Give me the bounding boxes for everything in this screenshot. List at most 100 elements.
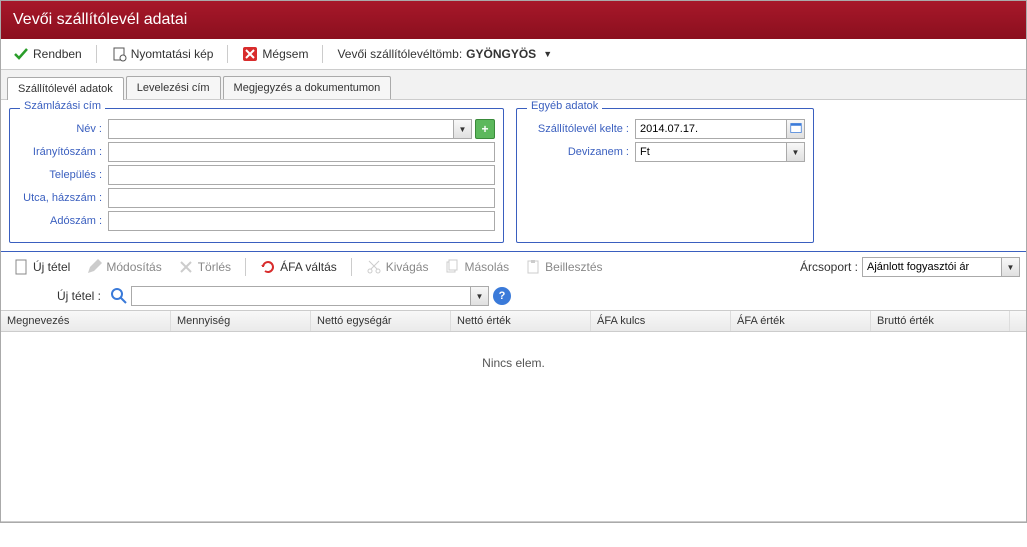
- col-gross[interactable]: Bruttó érték: [871, 311, 1010, 331]
- other-fieldset: Egyéb adatok Szállítólevél kelte : Deviz…: [516, 108, 814, 243]
- pencil-icon: [86, 259, 102, 275]
- vat-label: ÁFA váltás: [280, 260, 337, 274]
- help-button[interactable]: ?: [493, 287, 511, 305]
- separator: [96, 45, 97, 63]
- city-input[interactable]: [108, 165, 495, 185]
- pricegroup-dropdown-button[interactable]: ▼: [1002, 257, 1020, 277]
- grid-body: Nincs elem.: [1, 332, 1026, 522]
- zip-label: Irányítószám :: [18, 146, 108, 158]
- chevron-down-icon: ▼: [476, 292, 484, 301]
- cut-button[interactable]: Kivágás: [360, 256, 435, 278]
- cut-label: Kivágás: [386, 260, 429, 274]
- paste-button[interactable]: Beillesztés: [519, 256, 608, 278]
- chevron-down-icon: ▼: [792, 148, 800, 157]
- tab-mailing-address[interactable]: Levelezési cím: [126, 76, 221, 99]
- separator: [245, 258, 246, 276]
- billing-legend: Számlázási cím: [20, 100, 105, 112]
- pricegroup-label: Árcsoport :: [800, 260, 862, 274]
- name-combo: ▼: [108, 119, 472, 139]
- tab-delivery-data[interactable]: Szállítólevél adatok: [7, 77, 124, 100]
- copy-icon: [444, 259, 460, 275]
- block-label: Vevői szállítólevéltömb:: [337, 47, 462, 61]
- delete-button[interactable]: Törlés: [172, 256, 237, 278]
- chevron-down-icon: ▼: [459, 125, 467, 134]
- col-name[interactable]: Megnevezés: [1, 311, 171, 331]
- print-preview-button[interactable]: Nyomtatási kép: [105, 43, 220, 65]
- new-item-row: Új tétel : ▼ ?: [1, 282, 1026, 310]
- help-icon: ?: [499, 290, 506, 302]
- date-input[interactable]: [635, 119, 787, 139]
- date-row: Szállítólevél kelte :: [525, 119, 805, 139]
- city-label: Település :: [18, 169, 108, 181]
- street-row: Utca, házszám :: [18, 188, 495, 208]
- other-legend: Egyéb adatok: [527, 100, 602, 112]
- block-value: GYÖNGYÖS: [466, 47, 536, 61]
- name-dropdown-button[interactable]: ▼: [454, 119, 472, 139]
- form-area: Számlázási cím Név : ▼ + Irányítószám : …: [1, 100, 1026, 252]
- print-label: Nyomtatási kép: [131, 47, 214, 61]
- search-icon[interactable]: [111, 288, 127, 304]
- new-item-label: Új tétel :: [7, 289, 107, 303]
- grid-empty-text: Nincs elem.: [482, 356, 545, 370]
- billing-fieldset: Számlázási cím Név : ▼ + Irányítószám : …: [9, 108, 504, 243]
- delete-icon: [178, 259, 194, 275]
- copy-label: Másolás: [464, 260, 509, 274]
- currency-input[interactable]: [635, 142, 787, 162]
- name-row: Név : ▼ +: [18, 119, 495, 139]
- refresh-icon: [260, 259, 276, 275]
- currency-label: Devizanem :: [525, 146, 635, 158]
- zip-row: Irányítószám :: [18, 142, 495, 162]
- chevron-down-icon: ▼: [543, 49, 552, 59]
- modify-label: Módosítás: [106, 260, 161, 274]
- currency-dropdown-button[interactable]: ▼: [787, 142, 805, 162]
- tax-input[interactable]: [108, 211, 495, 231]
- window: Vevői szállítólevél adatai Rendben Nyomt…: [0, 0, 1027, 523]
- col-net[interactable]: Nettó érték: [451, 311, 591, 331]
- currency-row: Devizanem : ▼: [525, 142, 805, 162]
- separator: [227, 45, 228, 63]
- ok-label: Rendben: [33, 47, 82, 61]
- grid-header: Megnevezés Mennyiség Nettó egységár Nett…: [1, 310, 1026, 332]
- calendar-icon: [790, 122, 802, 137]
- delete-label: Törlés: [198, 260, 231, 274]
- col-vat-rate[interactable]: ÁFA kulcs: [591, 311, 731, 331]
- street-input[interactable]: [108, 188, 495, 208]
- chevron-down-icon: ▼: [1007, 263, 1015, 272]
- date-picker-button[interactable]: [787, 119, 805, 139]
- cancel-label: Mégsem: [262, 47, 308, 61]
- tab-row: Szállítólevél adatok Levelezési cím Megj…: [1, 70, 1026, 100]
- col-unit-net[interactable]: Nettó egységár: [311, 311, 451, 331]
- name-label: Név :: [18, 123, 108, 135]
- tax-row: Adószám :: [18, 211, 495, 231]
- col-qty[interactable]: Mennyiség: [171, 311, 311, 331]
- ok-button[interactable]: Rendben: [7, 43, 88, 65]
- plus-icon: +: [481, 122, 488, 136]
- delivery-block-selector[interactable]: Vevői szállítólevéltömb: GYÖNGYÖS ▼: [331, 44, 558, 64]
- street-label: Utca, házszám :: [18, 192, 108, 204]
- scissors-icon: [366, 259, 382, 275]
- tab-document-note[interactable]: Megjegyzés a dokumentumon: [223, 76, 392, 99]
- document-new-icon: [13, 259, 29, 275]
- name-input[interactable]: [108, 119, 454, 139]
- pricegroup-input[interactable]: [862, 257, 1002, 277]
- city-row: Település :: [18, 165, 495, 185]
- modify-button[interactable]: Módosítás: [80, 256, 167, 278]
- col-scroll-spacer: [1010, 311, 1026, 331]
- vat-switch-button[interactable]: ÁFA váltás: [254, 256, 343, 278]
- new-item-input[interactable]: [131, 286, 471, 306]
- add-customer-button[interactable]: +: [475, 119, 495, 139]
- copy-button[interactable]: Másolás: [438, 256, 515, 278]
- tax-label: Adószám :: [18, 215, 108, 227]
- zip-input[interactable]: [108, 142, 495, 162]
- pricegroup-container: Árcsoport : ▼: [800, 257, 1020, 277]
- cancel-button[interactable]: Mégsem: [236, 43, 314, 65]
- col-vat-val[interactable]: ÁFA érték: [731, 311, 871, 331]
- item-toolbar: Új tétel Módosítás Törlés ÁFA váltás Kiv…: [1, 252, 1026, 282]
- separator: [351, 258, 352, 276]
- paste-label: Beillesztés: [545, 260, 602, 274]
- new-item-button[interactable]: Új tétel: [7, 256, 76, 278]
- titlebar: Vevői szállítólevél adatai: [1, 1, 1026, 39]
- new-item-dropdown-button[interactable]: ▼: [471, 286, 489, 306]
- date-label: Szállítólevél kelte :: [525, 123, 635, 135]
- separator: [322, 45, 323, 63]
